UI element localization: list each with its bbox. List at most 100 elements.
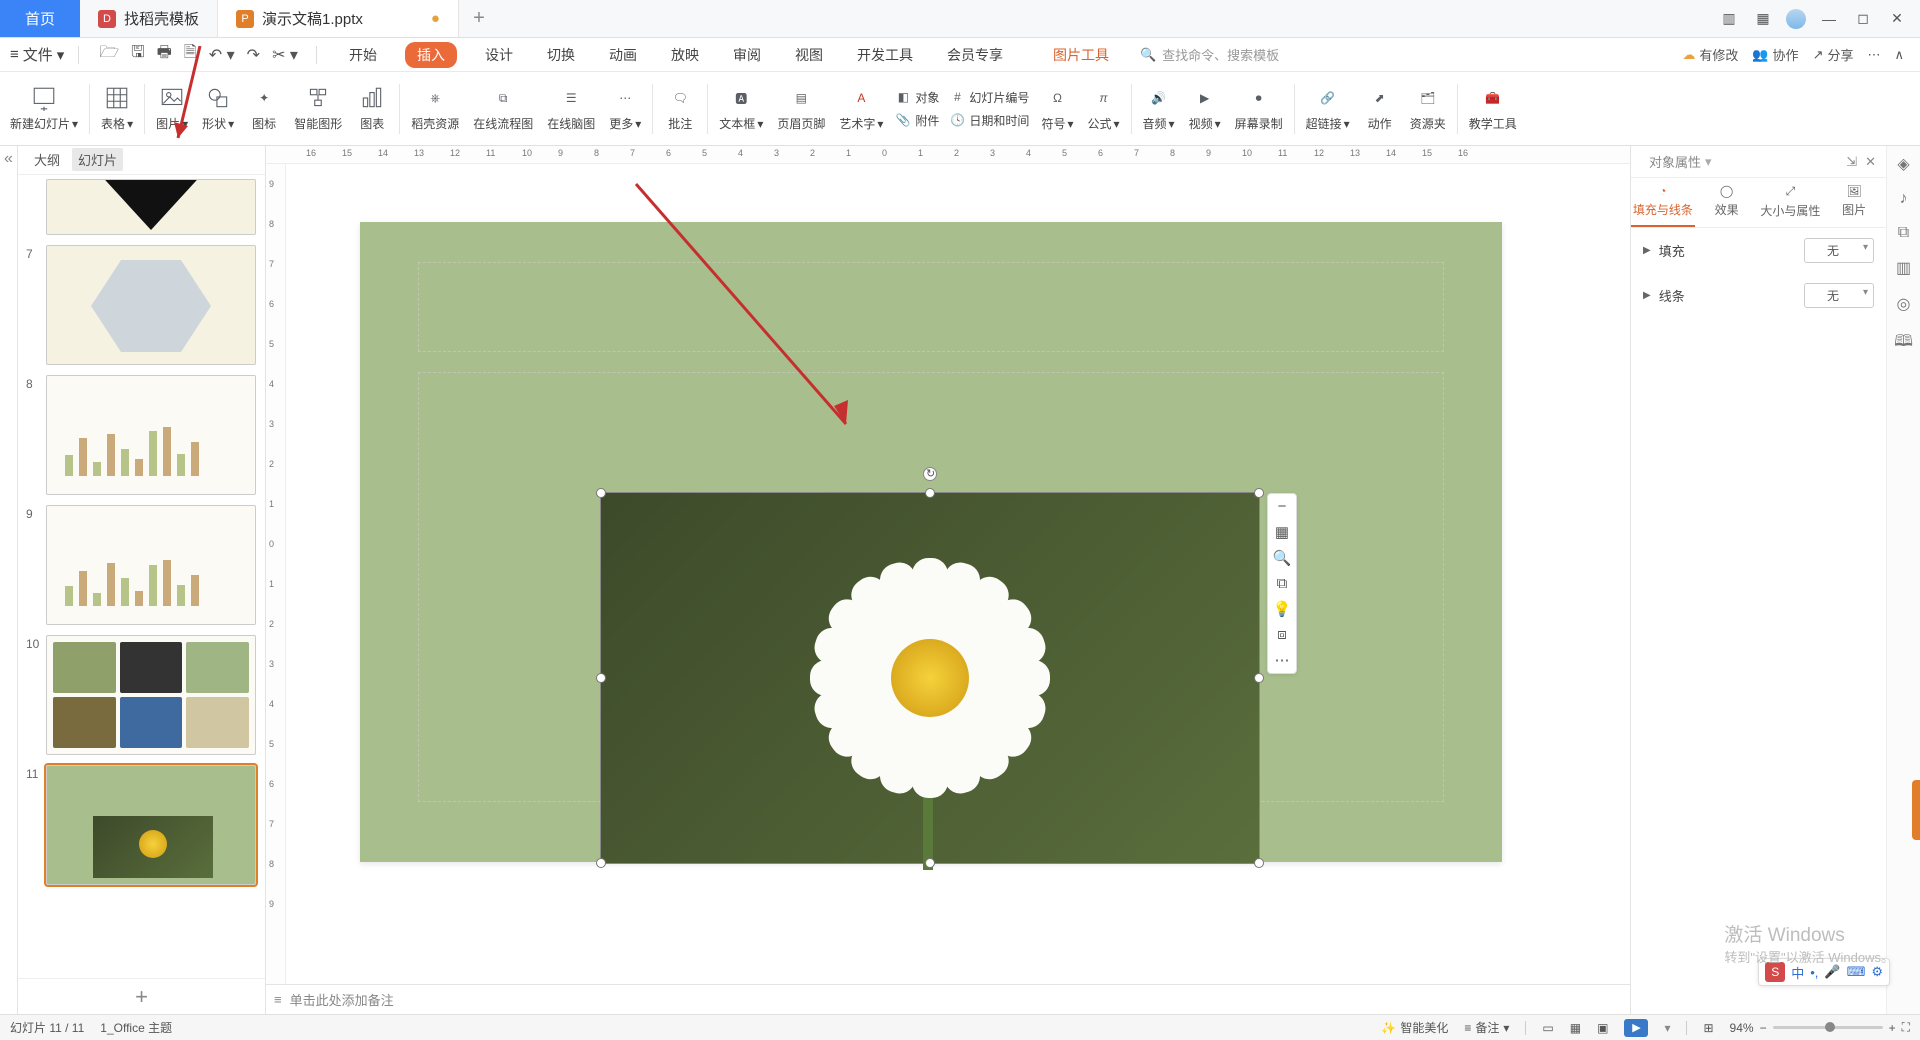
collab-button[interactable]: 👥协作 bbox=[1752, 45, 1798, 64]
ribbon-equation[interactable]: π公式▾ bbox=[1081, 81, 1125, 136]
slide-thumb-11[interactable] bbox=[46, 765, 256, 885]
slide-thumb[interactable] bbox=[46, 179, 256, 235]
tool-replace-icon[interactable]: ⧈ bbox=[1277, 626, 1287, 643]
tab-add[interactable]: + bbox=[459, 0, 499, 37]
prop-pin-icon[interactable]: ⇲ bbox=[1846, 154, 1857, 170]
zoom-out-icon[interactable]: − bbox=[1760, 1021, 1767, 1035]
maximize-icon[interactable]: ◻ bbox=[1852, 10, 1874, 27]
preview-icon[interactable]: 🗎 bbox=[184, 41, 197, 68]
status-notes-toggle[interactable]: ≡ 备注 ▾ bbox=[1464, 1019, 1509, 1036]
strip-location-icon[interactable]: ◎ bbox=[1897, 294, 1911, 314]
slide-thumb-8[interactable] bbox=[46, 375, 256, 495]
ribbon-datetime[interactable]: 🕓日期和时间 bbox=[947, 110, 1031, 131]
expand-icon[interactable]: ▶ bbox=[1643, 290, 1651, 301]
mtab-animation[interactable]: 动画 bbox=[603, 42, 643, 68]
slide-canvas[interactable]: − ▦ 🔍 ⧉ 💡 ⧈ ⋯ bbox=[286, 164, 1630, 984]
strip-layers-icon[interactable]: ▥ bbox=[1896, 258, 1911, 278]
slide-thumb-9[interactable] bbox=[46, 505, 256, 625]
redo-icon[interactable]: ↷ bbox=[247, 45, 260, 65]
ribbon-new-slide[interactable]: 新建幻灯片▾ bbox=[4, 81, 84, 136]
ime-punct[interactable]: •, bbox=[1810, 965, 1818, 980]
ribbon-screenrec[interactable]: ⏺屏幕录制 bbox=[1229, 81, 1289, 136]
ribbon-chart[interactable]: 图表 bbox=[350, 81, 394, 136]
ribbon-action[interactable]: ⬈动作 bbox=[1358, 81, 1402, 136]
tool-crop-icon[interactable]: ⧉ bbox=[1277, 575, 1288, 592]
prop-tab-picture[interactable]: 🖼图片 bbox=[1822, 178, 1886, 227]
resize-handle-w[interactable] bbox=[596, 673, 606, 683]
apps-icon[interactable]: ▦ bbox=[1752, 10, 1774, 27]
resize-handle-ne[interactable] bbox=[1254, 488, 1264, 498]
ribbon-icons[interactable]: ✦图标 bbox=[242, 81, 286, 136]
print-icon[interactable]: 🖶 bbox=[157, 41, 172, 68]
view-normal-icon[interactable]: ▭ bbox=[1542, 1021, 1553, 1035]
save-icon[interactable]: 🖫 bbox=[131, 41, 145, 68]
zoom-slider[interactable] bbox=[1773, 1026, 1883, 1029]
ribbon-more[interactable]: ⋯更多▾ bbox=[603, 81, 647, 136]
notes-toggle-icon[interactable]: ≡ bbox=[274, 992, 282, 1007]
mtab-design[interactable]: 设计 bbox=[479, 42, 519, 68]
undo-icon[interactable]: ↶ ▾ bbox=[209, 45, 235, 65]
mtab-insert[interactable]: 插入 bbox=[405, 42, 457, 68]
mtab-start[interactable]: 开始 bbox=[343, 42, 383, 68]
open-icon[interactable]: 🗁 bbox=[99, 41, 119, 68]
side-tab-handle[interactable] bbox=[1912, 780, 1920, 840]
strip-diamond-icon[interactable]: ◈ bbox=[1897, 154, 1909, 174]
ribbon-teach[interactable]: 🧰教学工具 bbox=[1463, 81, 1523, 136]
minimize-icon[interactable]: — bbox=[1818, 11, 1840, 27]
status-beautify[interactable]: ✨智能美化 bbox=[1381, 1019, 1448, 1036]
ime-mic-icon[interactable]: 🎤 bbox=[1824, 964, 1840, 980]
ribbon-wordart[interactable]: A艺术字▾ bbox=[833, 81, 889, 136]
ribbon-symbol[interactable]: Ω符号▾ bbox=[1035, 81, 1079, 136]
resize-handle-n[interactable] bbox=[925, 488, 935, 498]
pane-tab-slides[interactable]: 幻灯片 bbox=[72, 148, 123, 171]
strip-style-icon[interactable]: ♪ bbox=[1900, 190, 1908, 208]
slide-thumb-7[interactable] bbox=[46, 245, 256, 365]
close-icon[interactable]: ✕ bbox=[1886, 10, 1908, 27]
mtab-slideshow[interactable]: 放映 bbox=[665, 42, 705, 68]
ribbon-resource[interactable]: ⎈稻壳资源 bbox=[405, 81, 465, 136]
tab-document[interactable]: P 演示文稿1.pptx ● bbox=[218, 0, 459, 37]
prop-close-icon[interactable]: ✕ bbox=[1865, 154, 1876, 170]
expand-icon[interactable]: ▶ bbox=[1643, 245, 1651, 256]
ribbon-flowchart[interactable]: ⧉在线流程图 bbox=[467, 81, 539, 136]
ribbon-smartart[interactable]: 智能图形 bbox=[288, 81, 348, 136]
pane-collapse-icon[interactable]: « bbox=[0, 146, 18, 1014]
pane-tab-outline[interactable]: 大纲 bbox=[28, 148, 66, 171]
ime-settings-icon[interactable]: ⚙ bbox=[1871, 964, 1883, 980]
ime-lang[interactable]: 中 bbox=[1791, 963, 1804, 982]
resize-handle-s[interactable] bbox=[925, 858, 935, 868]
tool-zoom-icon[interactable]: 🔍 bbox=[1273, 549, 1292, 567]
prop-tab-size[interactable]: ⤢大小与属性 bbox=[1759, 178, 1823, 227]
tool-idea-icon[interactable]: 💡 bbox=[1273, 600, 1292, 618]
ribbon-slide-number[interactable]: #幻灯片编号 bbox=[947, 87, 1031, 108]
add-slide-button[interactable]: + bbox=[18, 978, 265, 1014]
zoom-fit-icon[interactable]: ⛶ bbox=[1902, 1020, 1910, 1035]
ribbon-textbox[interactable]: 🅰文本框▾ bbox=[713, 81, 769, 136]
ribbon-object[interactable]: ◧对象 bbox=[893, 87, 941, 108]
zoom-in-icon[interactable]: + bbox=[1889, 1021, 1896, 1035]
thumb-list[interactable]: 7 8 9 10 11 bbox=[18, 175, 265, 978]
view-sorter-icon[interactable]: ▦ bbox=[1570, 1021, 1581, 1035]
mtab-review[interactable]: 审阅 bbox=[727, 42, 767, 68]
layout-icon[interactable]: ▥ bbox=[1718, 10, 1740, 27]
ime-toolbar[interactable]: S 中 •, 🎤 ⌨ ⚙ bbox=[1758, 958, 1890, 986]
slideshow-play-icon[interactable]: ▶ bbox=[1624, 1019, 1648, 1037]
slide[interactable]: − ▦ 🔍 ⧉ 💡 ⧈ ⋯ bbox=[360, 222, 1502, 862]
prop-line-select[interactable]: 无 bbox=[1804, 283, 1874, 308]
rotate-handle[interactable] bbox=[923, 467, 937, 481]
prop-tab-fill[interactable]: ◔填充与线条 bbox=[1631, 178, 1695, 227]
command-search[interactable]: 🔍 查找命令、搜索模板 bbox=[1133, 42, 1286, 67]
ribbon-table[interactable]: 表格▾ bbox=[95, 81, 139, 136]
ribbon-headerfooter[interactable]: ▤页眉页脚 bbox=[771, 81, 831, 136]
more-icon[interactable]: ⋯ bbox=[1867, 47, 1880, 63]
avatar[interactable] bbox=[1786, 9, 1806, 29]
ribbon-assets[interactable]: 🗂资源夹 bbox=[1404, 81, 1452, 136]
file-menu[interactable]: ≡ 文件 ▾ bbox=[6, 44, 68, 65]
strip-select-icon[interactable]: ⧉ bbox=[1898, 224, 1909, 242]
mtab-member[interactable]: 会员专享 bbox=[941, 42, 1009, 68]
ribbon-picture[interactable]: 图片▾ bbox=[150, 81, 194, 136]
ribbon-shapes[interactable]: 形状▾ bbox=[196, 81, 240, 136]
tool-collapse-icon[interactable]: − bbox=[1278, 498, 1287, 515]
zoom-pct[interactable]: 94% bbox=[1730, 1021, 1754, 1035]
tab-templates[interactable]: D 找稻壳模板 bbox=[80, 0, 218, 37]
